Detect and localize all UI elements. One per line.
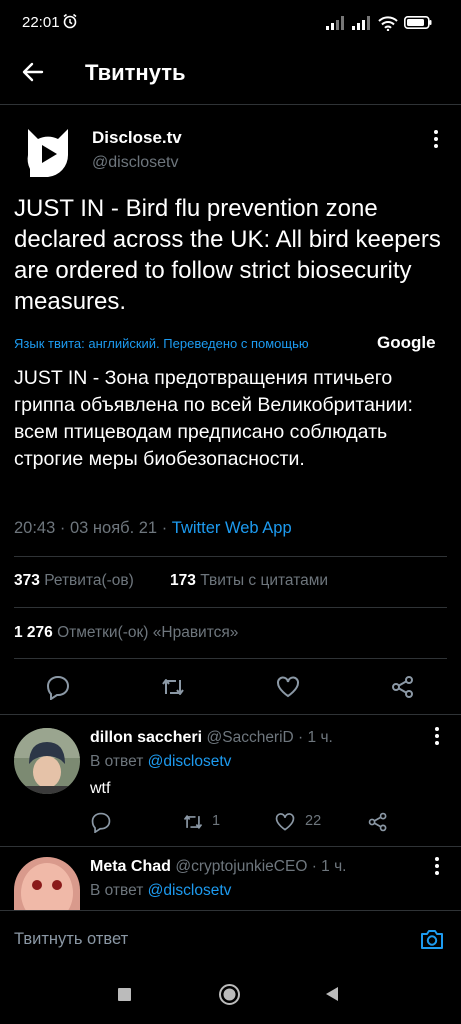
reply-text: wtf xyxy=(90,780,111,797)
reply-input[interactable]: Твитнуть ответ xyxy=(14,930,128,949)
retweet-icon[interactable] xyxy=(182,811,204,833)
alarm-icon xyxy=(63,13,77,29)
reply-time: 1 ч. xyxy=(321,858,347,875)
retweet-icon[interactable] xyxy=(160,674,186,700)
avatar[interactable] xyxy=(14,728,80,794)
actions-divider xyxy=(0,714,461,715)
composer-divider xyxy=(0,910,461,911)
reply-icon[interactable] xyxy=(90,811,112,833)
likes-label: Отметки(-ок) «Нравится» xyxy=(57,624,239,641)
reply-author-handle[interactable]: @cryptojunkieCEO xyxy=(175,858,307,875)
reply-author-handle[interactable]: @SaccheriD xyxy=(207,729,294,746)
retweets-stat[interactable]: 373 Ретвита(-ов) xyxy=(14,572,134,590)
reply-divider xyxy=(0,846,461,847)
share-icon[interactable] xyxy=(390,674,416,700)
reply-retweet-count: 1 xyxy=(212,813,221,829)
translation-provider: Google xyxy=(377,333,436,352)
retweets-count: 373 xyxy=(14,572,40,589)
likes-divider xyxy=(14,658,447,659)
disclose-logo-icon[interactable] xyxy=(20,125,76,181)
avatar-photo-meta-chad xyxy=(14,857,80,910)
reply-to-prefix: В ответ xyxy=(90,753,144,770)
stats-divider xyxy=(14,607,447,608)
top-bar: Твитнуть xyxy=(0,48,461,102)
reply-header: dillon saccheri @SaccheriD · 1 ч. xyxy=(90,729,333,746)
quotes-label: Твиты с цитатами xyxy=(200,572,329,589)
tweet-text: JUST IN - Bird flu prevention zone decla… xyxy=(14,195,441,315)
camera-icon[interactable] xyxy=(419,927,445,951)
like-icon[interactable] xyxy=(274,811,296,833)
reply-to-prefix: В ответ xyxy=(90,882,144,899)
more-icon[interactable] xyxy=(428,726,446,746)
nav-home-icon[interactable] xyxy=(218,983,241,1006)
likes-stat[interactable]: 1 276 Отметки(-ок) «Нравится» xyxy=(14,624,238,642)
signal-icon xyxy=(326,16,344,30)
reply-like-count: 22 xyxy=(305,813,322,829)
avatar-photo-dillon xyxy=(14,728,80,794)
reply-author-name[interactable]: Meta Chad xyxy=(90,858,171,875)
likes-count: 1 276 xyxy=(14,624,53,641)
meta-divider xyxy=(14,556,447,557)
page-title: Твитнуть xyxy=(85,60,186,85)
author-name[interactable]: Disclose.tv xyxy=(92,128,182,148)
translation-note[interactable]: Язык твита: английский. Переведено с пом… xyxy=(14,336,309,351)
reply-to-line: В ответ @disclosetv xyxy=(90,882,231,900)
reply-to-handle[interactable]: @disclosetv xyxy=(148,753,232,770)
reply-author-name[interactable]: dillon saccheri xyxy=(90,729,202,746)
reply-header: Meta Chad @cryptojunkieCEO · 1 ч. xyxy=(90,858,347,875)
back-arrow-icon[interactable] xyxy=(20,59,46,85)
status-time: 22:01 xyxy=(22,14,60,31)
more-icon[interactable] xyxy=(427,129,445,149)
battery-icon xyxy=(404,16,432,29)
nav-square-icon[interactable] xyxy=(117,987,132,1002)
tweet-time: 20:43 xyxy=(14,519,56,537)
reply-to-handle[interactable]: @disclosetv xyxy=(148,882,232,899)
reply-to-line: В ответ @disclosetv xyxy=(90,753,231,771)
header-divider xyxy=(0,104,461,105)
status-bar: 22:01 xyxy=(0,0,461,48)
quotes-stat[interactable]: 173 Твиты с цитатами xyxy=(170,572,328,590)
tweet-date: 03 нояб. 21 xyxy=(69,519,158,537)
author-handle[interactable]: @disclosetv xyxy=(92,154,179,172)
avatar[interactable] xyxy=(14,857,80,910)
reply-composer[interactable]: Твитнуть ответ xyxy=(0,910,461,970)
retweets-label: Ретвита(-ов) xyxy=(44,572,134,589)
more-icon[interactable] xyxy=(428,856,446,876)
tweet-source[interactable]: Twitter Web App xyxy=(172,519,292,537)
signal-icon-2 xyxy=(352,16,370,30)
tweet-meta: 20:43 · 03 нояб. 21 · Twitter Web App xyxy=(14,519,292,537)
nav-back-icon[interactable] xyxy=(324,985,340,1003)
share-icon[interactable] xyxy=(367,811,389,833)
system-nav-bar xyxy=(0,966,461,1024)
reply-time: 1 ч. xyxy=(307,729,333,746)
reply-icon[interactable] xyxy=(45,674,71,700)
tweet-translated-text: JUST IN - Зона предотвращения птичьего г… xyxy=(14,367,413,470)
like-icon[interactable] xyxy=(275,674,301,700)
wifi-icon xyxy=(378,16,398,31)
quotes-count: 173 xyxy=(170,572,196,589)
